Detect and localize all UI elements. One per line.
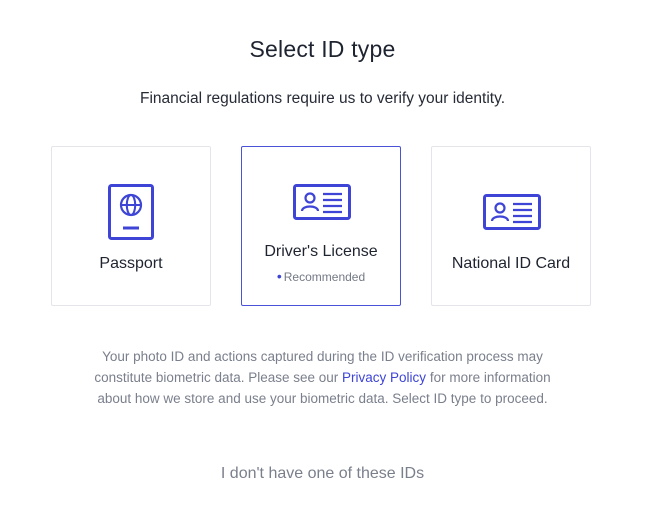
page-subtitle: Financial regulations require us to veri… [140, 90, 505, 107]
no-id-link[interactable]: I don't have one of these IDs [0, 465, 645, 483]
id-type-options: Passport Driver's License • Recommended N… [51, 146, 591, 306]
page-title: Select ID type [249, 36, 396, 62]
biometric-disclaimer: Your photo ID and actions captured durin… [94, 349, 551, 406]
privacy-policy-link[interactable]: Privacy Policy [342, 370, 426, 385]
id-card-icon [483, 194, 541, 230]
passport-label: Passport [99, 255, 163, 272]
id-card-icon [293, 184, 351, 220]
drivers-license-label: Driver's License [264, 243, 378, 260]
national-id-card-label: National ID Card [451, 255, 571, 272]
recommended-badge: • Recommended [276, 268, 366, 284]
passport-icon [108, 184, 154, 240]
bullet-dot-icon: • [276, 268, 282, 284]
passport-option[interactable]: Passport [51, 146, 211, 306]
national-id-card-option[interactable]: National ID Card [431, 146, 591, 306]
drivers-license-option[interactable]: Driver's License • Recommended [241, 146, 401, 306]
